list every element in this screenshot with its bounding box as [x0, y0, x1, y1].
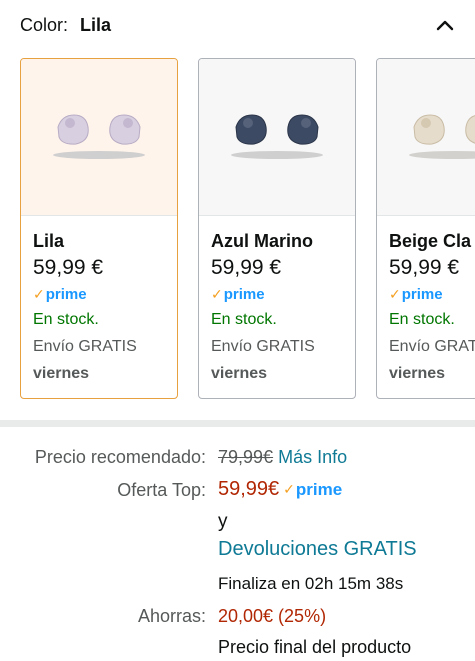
deal-countdown: Finaliza en 02h 15m 38s: [218, 574, 404, 593]
stock-status: En stock.: [33, 311, 99, 328]
delivery-day: viernes: [211, 365, 268, 382]
variant-price: 59,99 €: [33, 256, 104, 279]
color-label: Color:: [20, 14, 69, 35]
shipping-info: Envío GRATIS: [211, 338, 315, 355]
recommended-price: 79,99€: [218, 447, 274, 467]
and-text: y: [218, 511, 228, 532]
more-info-link[interactable]: Más Info: [278, 447, 347, 467]
delivery-day: viernes: [389, 365, 446, 382]
variant-name: Lila: [33, 231, 65, 251]
selected-color-value: Lila: [80, 14, 112, 35]
check-icon: ✓: [389, 285, 401, 302]
color-swatch-carousel[interactable]: Lila 59,99 € ✓ prime En stock. Envío GRAT…: [0, 58, 475, 400]
free-returns-link[interactable]: Devoluciones GRATIS: [218, 538, 417, 561]
delivery-day: viernes: [33, 365, 90, 382]
variant-price: 59,99 €: [211, 256, 282, 279]
savings-label: Ahorras:: [137, 606, 206, 626]
shipping-info: Envío GRATIS: [33, 338, 137, 355]
prime-badge: ✓ prime: [389, 285, 443, 303]
savings-value: 20,00€ (25%): [218, 606, 327, 626]
check-icon: ✓: [283, 481, 295, 497]
variant-price: 59,99 €: [389, 256, 460, 279]
recommended-price-row: 79,99€ Más Info: [218, 447, 347, 468]
variant-name: Azul Marino: [211, 231, 313, 251]
recommended-price-label: Precio recomendado:: [34, 447, 206, 467]
prime-badge: ✓ prime: [211, 285, 265, 303]
prime-badge: ✓ prime: [33, 285, 87, 303]
offer-price: 59,99€: [218, 478, 280, 500]
check-icon: ✓: [33, 285, 45, 302]
variant-name: Beige Cla: [389, 231, 472, 251]
product-thumbnail: [199, 59, 355, 216]
check-icon: ✓: [211, 285, 223, 302]
offer-label: Oferta Top:: [117, 480, 206, 500]
chevron-up-icon[interactable]: [430, 12, 460, 38]
offer-row: 59,99€ ✓ prime: [218, 478, 342, 501]
color-selector-header: Color: Lila: [20, 12, 460, 38]
product-thumbnail: [377, 59, 475, 216]
prime-badge: ✓ prime: [283, 479, 343, 499]
stock-status: En stock.: [389, 311, 455, 328]
section-divider: [0, 420, 475, 427]
shipping-info: Envío GRAT: [389, 338, 475, 355]
product-thumbnail: [21, 59, 177, 216]
swatch-card-azul-marino[interactable]: Azul Marino 59,99 € ✓ prime En stock. Env…: [198, 58, 356, 399]
stock-status: En stock.: [211, 311, 277, 328]
final-price-note: Precio final del producto: [218, 637, 412, 657]
swatch-card-lila[interactable]: Lila 59,99 € ✓ prime En stock. Envío GRAT…: [20, 58, 178, 399]
swatch-card-beige[interactable]: Beige Cla 59,99 € ✓ prime En stock. Envío…: [376, 58, 475, 399]
